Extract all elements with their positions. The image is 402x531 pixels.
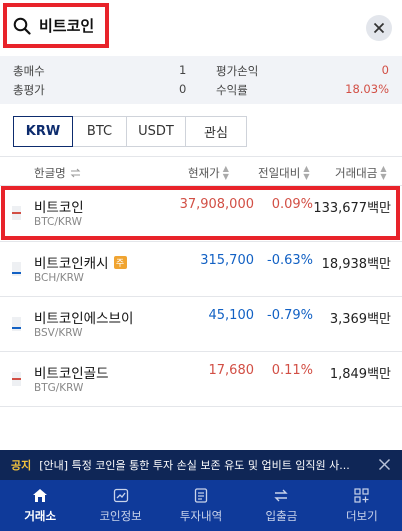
coin-change: 0.11% xyxy=(271,363,313,378)
coin-row-bch[interactable]: 비트코인캐시 주 BCH/KRW 315,700 -0.63% 18,938백만 xyxy=(0,241,402,297)
nav-coin-info[interactable]: 코인정보 xyxy=(80,480,160,531)
asset-summary: 총매수 1 총평가 0 평가손익 0 수익률 18.03% xyxy=(0,56,402,104)
search-query: 비트코인 xyxy=(39,17,95,35)
coin-change: -0.63% xyxy=(267,253,313,268)
pnl-label: 평가손익 xyxy=(216,64,259,78)
tab-favorites[interactable]: 관심 xyxy=(186,116,247,147)
nav-more[interactable]: 더보기 xyxy=(322,480,402,531)
caution-badge: 주 xyxy=(113,255,127,269)
sort-icon: ▲ ▼ xyxy=(380,164,387,181)
coin-name: 비트코인캐시 주 xyxy=(34,252,127,272)
notice-text[interactable]: [안내] 특정 코인을 통한 투자 손실 보존 유도 및 업비트 임직원 사..… xyxy=(39,457,357,473)
pnl-value: 0 xyxy=(381,63,389,77)
total-eval-value: 0 xyxy=(179,82,187,96)
coin-pair: BTC/KRW xyxy=(34,216,83,228)
transfer-icon xyxy=(274,489,289,501)
tab-btc[interactable]: BTC xyxy=(73,116,127,147)
market-tabs: KRW BTC USDT 관심 xyxy=(13,116,247,147)
coin-volume: 18,938백만 xyxy=(321,257,391,272)
chart-icon xyxy=(113,488,128,502)
sort-icon: ▲ ▼ xyxy=(222,164,229,181)
tab-krw[interactable]: KRW xyxy=(13,116,73,147)
coin-pair: BCH/KRW xyxy=(34,272,84,284)
coin-name: 비트코인에스브이 xyxy=(34,311,134,327)
more-grid-icon xyxy=(354,487,369,503)
column-label: 현재가 xyxy=(188,166,220,180)
candle-indicator xyxy=(12,206,21,220)
nav-exchange[interactable]: 거래소 xyxy=(0,480,80,531)
bottom-navigation: 거래소 코인정보 투자내역 입출금 더보기 xyxy=(0,480,402,531)
coin-row-bsv[interactable]: 비트코인에스브이 BSV/KRW 45,100 -0.79% 3,369백만 xyxy=(0,296,402,352)
coin-name: 비트코인골드 xyxy=(34,366,109,382)
nav-investment-history[interactable]: 투자내역 xyxy=(161,480,241,531)
candle-indicator xyxy=(12,262,21,276)
search-bar: 비트코인 xyxy=(0,0,402,56)
column-label: 거래대금 xyxy=(335,166,378,180)
column-header-name[interactable]: 한글명 xyxy=(34,165,81,181)
sort-icon: ▲ ▼ xyxy=(303,164,310,181)
coin-volume: 3,369백만 xyxy=(329,312,391,327)
column-label: 한글명 xyxy=(34,166,66,180)
document-icon xyxy=(194,487,208,503)
close-icon xyxy=(373,22,385,34)
coin-price: 45,100 xyxy=(208,308,255,323)
total-buy-value: 1 xyxy=(179,63,187,77)
search-icon xyxy=(13,17,31,35)
notice-banner[interactable]: 공지 [안내] 특정 코인을 통한 투자 손실 보존 유도 및 업비트 임직원 … xyxy=(0,450,402,480)
candle-indicator xyxy=(12,317,21,331)
tab-usdt[interactable]: USDT xyxy=(127,116,186,147)
return-label: 수익률 xyxy=(216,83,248,97)
search-input[interactable]: 비트코인 xyxy=(3,3,109,48)
return-value: 18.03% xyxy=(345,82,389,96)
total-eval-label: 총평가 xyxy=(13,83,45,97)
coin-price: 17,680 xyxy=(208,363,255,378)
coin-pair: BTG/KRW xyxy=(34,382,84,394)
column-header-change[interactable]: 전일대비 ▲ ▼ xyxy=(258,165,309,181)
swap-sort-icon xyxy=(70,168,81,178)
candle-indicator xyxy=(12,372,21,386)
total-buy-label: 총매수 xyxy=(13,64,45,78)
coin-name: 비트코인 xyxy=(34,200,84,216)
coin-row-btg[interactable]: 비트코인골드 BTG/KRW 17,680 0.11% 1,849백만 xyxy=(0,351,402,407)
coin-price: 315,700 xyxy=(200,253,254,268)
divider xyxy=(0,156,402,157)
coin-volume: 1,849백만 xyxy=(329,367,391,382)
home-icon xyxy=(33,488,48,502)
coin-volume: 133,677백만 xyxy=(313,201,391,216)
clear-search-button[interactable] xyxy=(366,15,392,41)
coin-pair: BSV/KRW xyxy=(34,327,83,339)
coin-change: -0.79% xyxy=(267,308,313,323)
coin-change: 0.09% xyxy=(271,197,313,212)
column-header-volume[interactable]: 거래대금 ▲ ▼ xyxy=(335,165,386,181)
coin-row-btc[interactable]: 비트코인 BTC/KRW 37,908,000 0.09% 133,677백만 xyxy=(0,185,402,241)
divider xyxy=(0,406,402,407)
notice-label: 공지 xyxy=(11,459,32,472)
column-header-price[interactable]: 현재가 ▲ ▼ xyxy=(188,165,229,181)
coin-price: 37,908,000 xyxy=(179,197,254,212)
nav-deposit-withdraw[interactable]: 입출금 xyxy=(241,480,321,531)
close-icon[interactable] xyxy=(378,458,391,471)
column-label: 전일대비 xyxy=(258,166,301,180)
